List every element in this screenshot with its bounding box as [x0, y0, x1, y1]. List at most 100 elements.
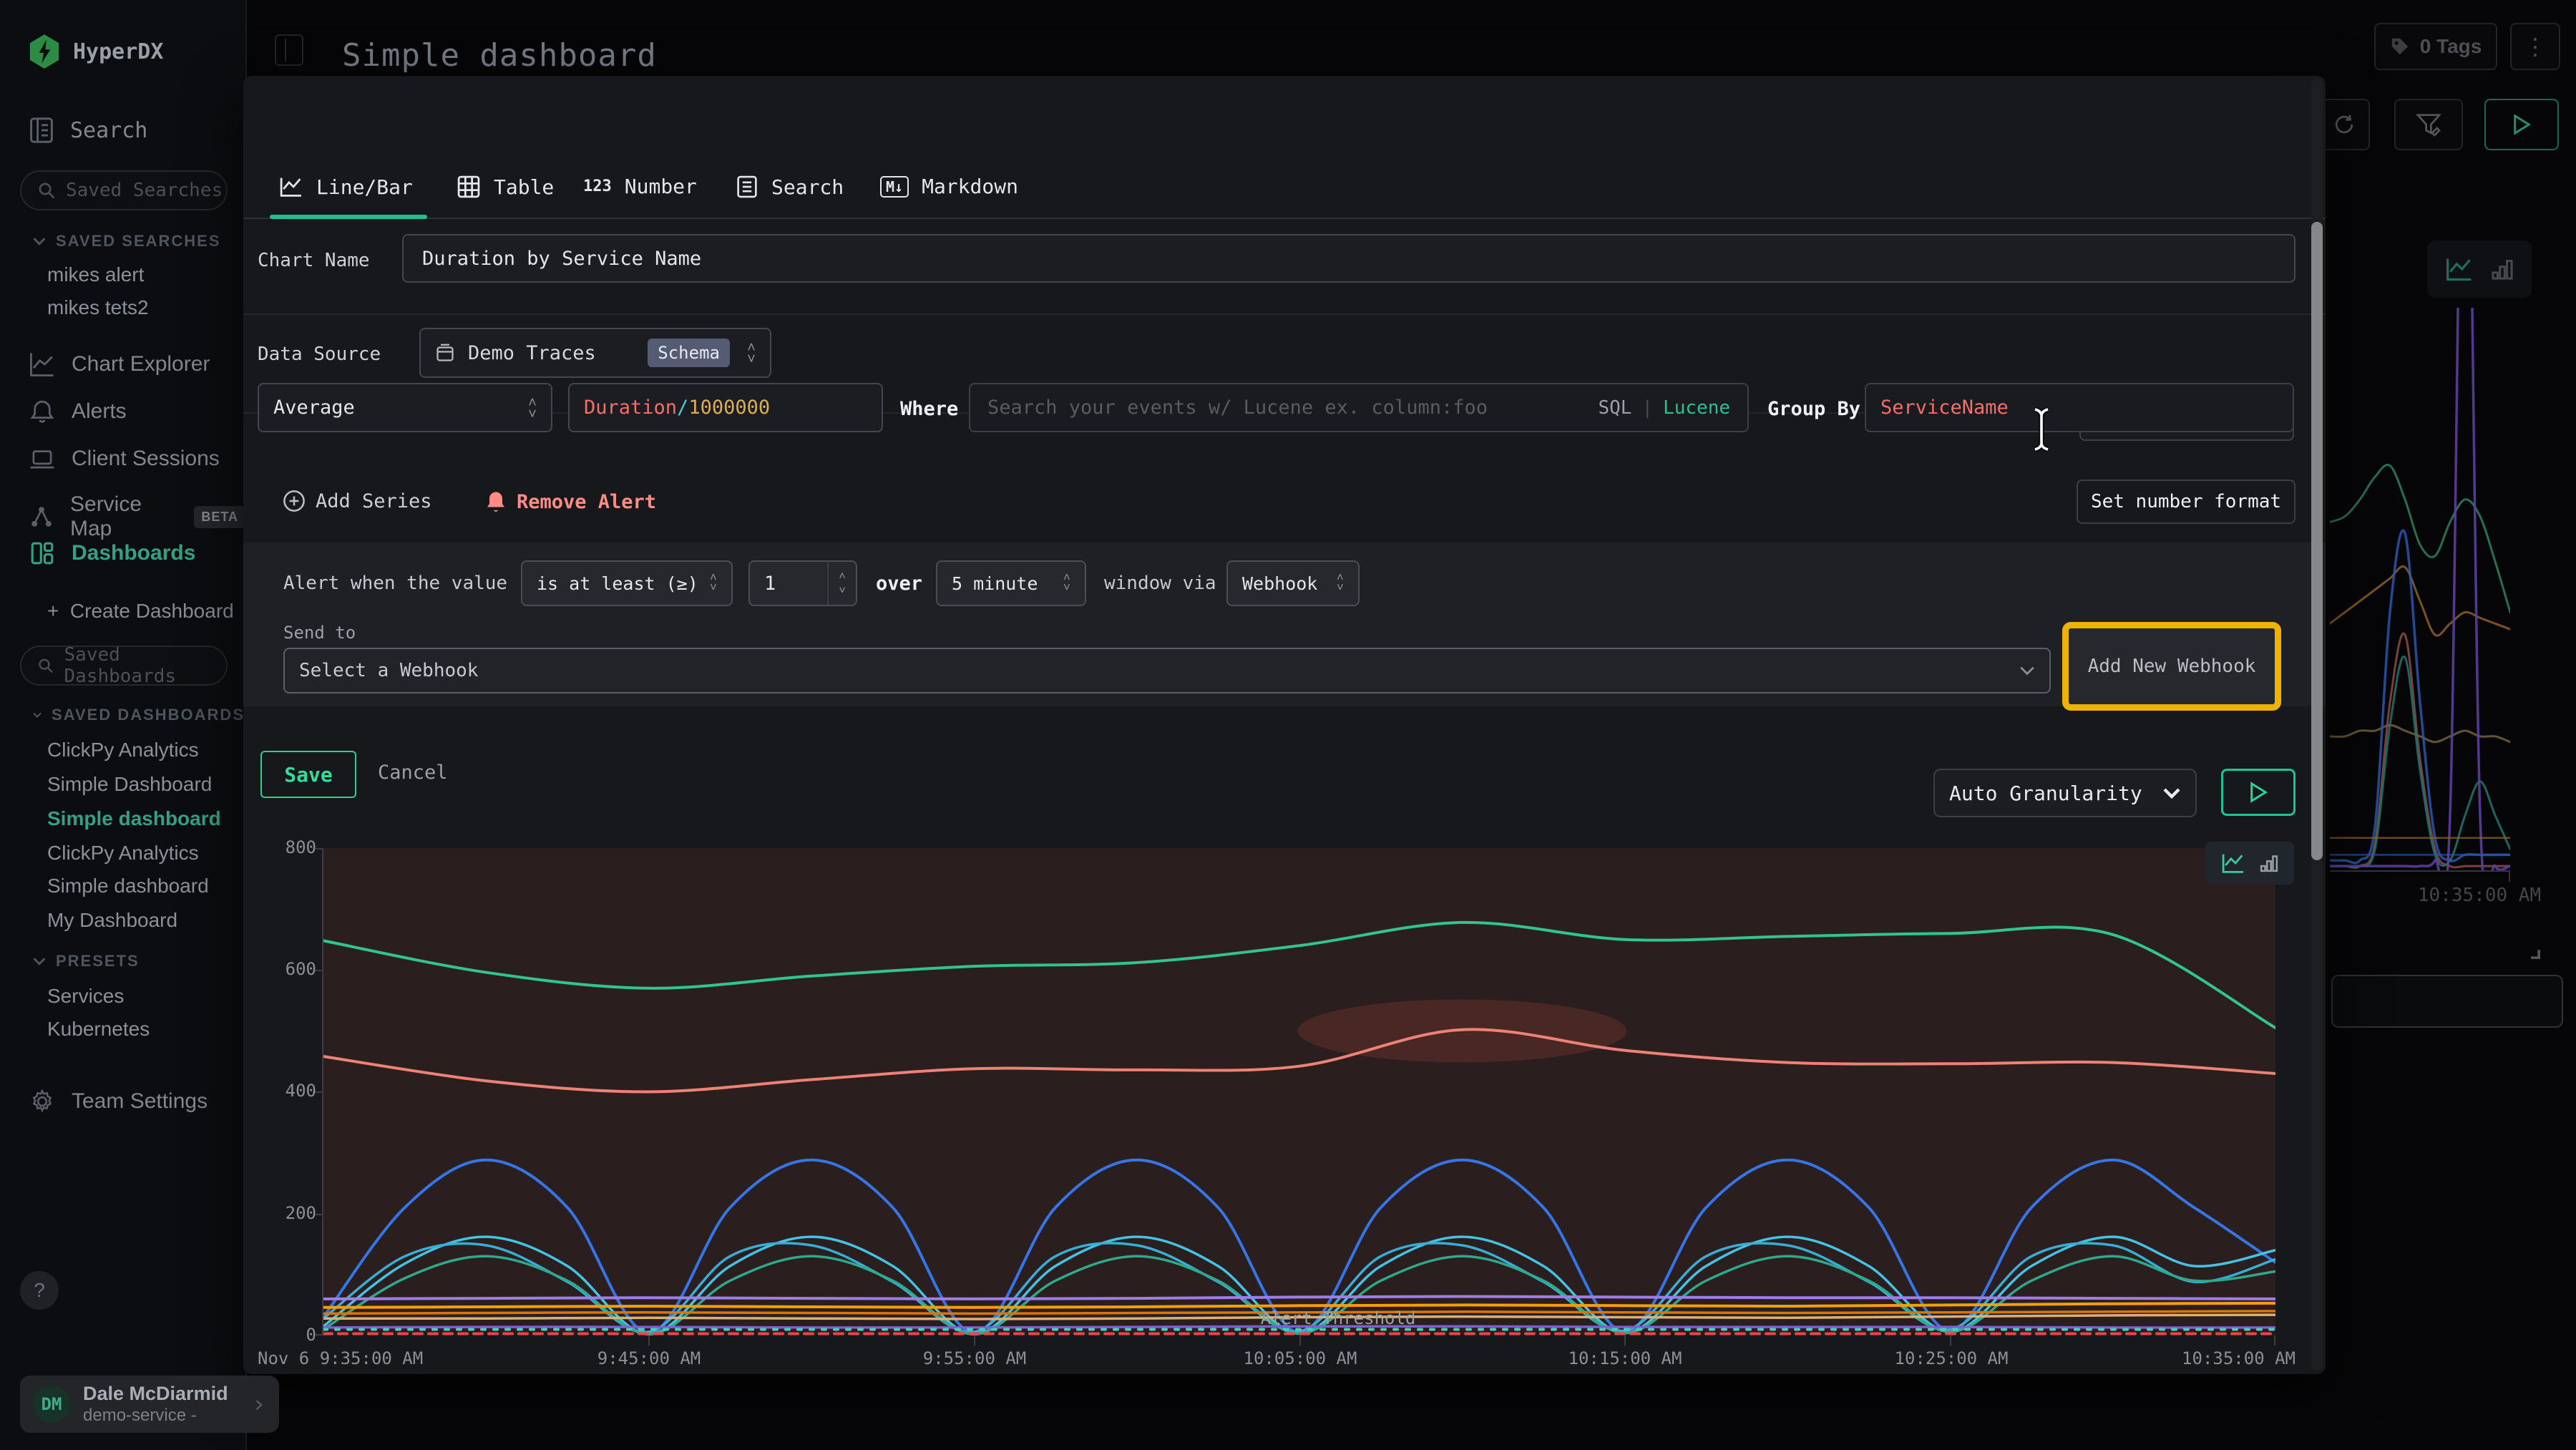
app-logo[interactable]: HyperDX	[29, 34, 163, 69]
line-chart-icon[interactable]	[2220, 851, 2246, 875]
saved-searches-search-input[interactable]: Saved Searches	[20, 170, 228, 210]
sidebar-collapse-button[interactable]	[275, 34, 303, 66]
webhook-select[interactable]: Select a Webhook	[283, 648, 2051, 694]
bar-chart-icon	[2490, 256, 2514, 282]
tab-table[interactable]: Table	[457, 175, 554, 199]
help-button[interactable]: ?	[20, 1271, 59, 1310]
tags-button[interactable]: 0 Tags	[2374, 23, 2497, 70]
sidebar-item-search[interactable]: Search	[29, 116, 147, 145]
filter-button[interactable]	[2394, 99, 2463, 150]
sidebar-item-team-settings[interactable]: Team Settings	[29, 1088, 208, 1115]
search-icon	[37, 656, 54, 675]
kebab-menu-button[interactable]: ⋮	[2510, 23, 2560, 70]
sidebar-item-client-sessions[interactable]: Client Sessions	[29, 445, 220, 472]
granularity-select[interactable]: Auto Granularity	[1933, 769, 2197, 817]
run-query-button-background[interactable]	[2484, 99, 2559, 150]
bar-chart-icon[interactable]	[2259, 852, 2279, 874]
modal-scrollbar-thumb[interactable]	[2311, 222, 2323, 860]
sql-toggle[interactable]: SQL	[1598, 397, 1631, 419]
sidebar-item-dashboards[interactable]: Dashboards	[29, 540, 195, 567]
saved-search-item[interactable]: mikes alert	[47, 263, 144, 286]
app-logo-text: HyperDX	[73, 39, 163, 64]
user-subtitle: demo-service -	[83, 1406, 228, 1426]
saved-search-item[interactable]: mikes tets2	[47, 296, 149, 319]
set-number-format-button[interactable]: Set number format	[2077, 480, 2296, 524]
chart-type-toggle[interactable]	[2205, 842, 2294, 885]
kebab-icon: ⋮	[2524, 33, 2547, 60]
dashboard-list-item[interactable]: ClickPy Analytics	[47, 739, 199, 762]
query-language-toggle[interactable]: SQL | Lucene	[1598, 397, 1730, 419]
sidebar-item-chart-explorer[interactable]: Chart Explorer	[29, 351, 210, 378]
saved-dashboards-header[interactable]: SAVED DASHBOARDS	[33, 706, 245, 724]
tab-number[interactable]: 123 Number	[583, 175, 697, 198]
aggregation-select[interactable]: Average ˄˅	[258, 383, 552, 432]
active-tab-underline	[270, 215, 427, 219]
x-tick-label: 10:25:00 AM	[1840, 1348, 2062, 1368]
sidebar-item-alerts[interactable]: Alerts	[29, 398, 127, 425]
dashboard-list-item[interactable]: Simple dashboard	[47, 875, 209, 897]
presets-header[interactable]: PRESETS	[33, 952, 140, 970]
chart-explorer-icon	[29, 351, 56, 378]
data-source-label: Data Source	[258, 344, 381, 365]
data-source-select[interactable]: Demo Traces Schema ˄˅	[419, 328, 771, 378]
bell-icon	[29, 398, 56, 425]
alert-window-select[interactable]: 5 minute ˄˅	[936, 560, 1086, 606]
field-expression-input[interactable]: Duration/1000000	[568, 383, 883, 432]
saved-searches-header[interactable]: SAVED SEARCHES	[33, 232, 221, 250]
add-new-webhook-button[interactable]: Add New Webhook	[2062, 622, 2281, 711]
play-icon	[2512, 114, 2531, 135]
alert-channel-select[interactable]: Webhook ˄˅	[1226, 560, 1360, 606]
tab-search[interactable]: Search	[736, 175, 844, 199]
x-tick-label: 10:15:00 AM	[1514, 1348, 1736, 1368]
dashboard-list-item[interactable]: ClickPy Analytics	[47, 842, 199, 865]
search-doc-icon	[29, 116, 54, 145]
chevron-down-icon	[33, 957, 46, 965]
dashboards-icon	[29, 540, 56, 567]
service-map-icon	[29, 504, 54, 530]
beta-badge: BETA	[194, 506, 245, 528]
sidebar-item-service-map[interactable]: Service Map BETA	[29, 492, 245, 541]
chevron-updown-icon: ˄˅	[1063, 573, 1070, 593]
resize-handle-icon[interactable]	[2524, 943, 2540, 959]
create-dashboard-button[interactable]: + Create Dashboard	[47, 600, 234, 623]
alert-threshold-input[interactable]: 1 ˄˅	[748, 560, 857, 606]
remove-alert-button[interactable]: Remove Alert	[485, 490, 656, 514]
y-tick-label: 200	[272, 1203, 316, 1223]
saved-dashboards-search-input[interactable]: Saved Dashboards	[20, 646, 228, 686]
duration-by-service-chart[interactable]	[323, 848, 2275, 1335]
chart-name-input[interactable]	[402, 234, 2296, 283]
y-tick-label: 600	[272, 959, 316, 979]
add-series-button[interactable]: Add Series	[283, 490, 432, 512]
run-chart-button[interactable]	[2221, 769, 2296, 816]
where-search-input[interactable]: Search your events w/ Lucene ex. column:…	[969, 383, 1749, 432]
text-cursor-pointer	[2031, 407, 2052, 452]
chevron-updown-icon: ˄˅	[1337, 573, 1344, 593]
dashboard-list-item-active[interactable]: Simple dashboard	[47, 807, 221, 830]
background-search-input[interactable]	[2331, 975, 2563, 1028]
lucene-toggle[interactable]: Lucene	[1663, 397, 1730, 419]
dashboard-list-item[interactable]: My Dashboard	[47, 909, 177, 932]
number-spinner[interactable]: ˄˅	[827, 562, 856, 605]
background-chart-axis	[2330, 870, 2510, 872]
background-chart-tick	[2509, 870, 2510, 882]
preset-item[interactable]: Kubernetes	[47, 1018, 150, 1041]
chart-name-label: Chart Name	[258, 250, 370, 271]
preset-item[interactable]: Services	[47, 985, 124, 1008]
background-preview-chart	[2330, 308, 2510, 872]
user-card[interactable]: DM Dale McDiarmid demo-service - ›	[20, 1376, 279, 1433]
refresh-button[interactable]	[2318, 99, 2370, 150]
section-divider	[243, 313, 2326, 315]
group-by-input[interactable]: ServiceName	[1865, 383, 2294, 432]
tab-line-bar[interactable]: Line/Bar	[279, 175, 413, 199]
tabs-divider	[243, 218, 2326, 219]
save-button[interactable]: Save	[260, 751, 356, 798]
search-placeholder: Saved Dashboards	[64, 644, 226, 687]
y-tick-label: 0	[272, 1325, 316, 1345]
dashboard-list-item[interactable]: Simple Dashboard	[47, 773, 212, 796]
background-chart-type-toggle[interactable]	[2427, 240, 2532, 298]
tab-markdown[interactable]: M↓ Markdown	[880, 175, 1018, 198]
alert-operator-select[interactable]: is at least (≥) ˄˅	[521, 560, 733, 606]
cancel-button[interactable]: Cancel	[378, 762, 448, 784]
play-icon	[2249, 782, 2268, 803]
tag-icon	[2390, 37, 2410, 57]
